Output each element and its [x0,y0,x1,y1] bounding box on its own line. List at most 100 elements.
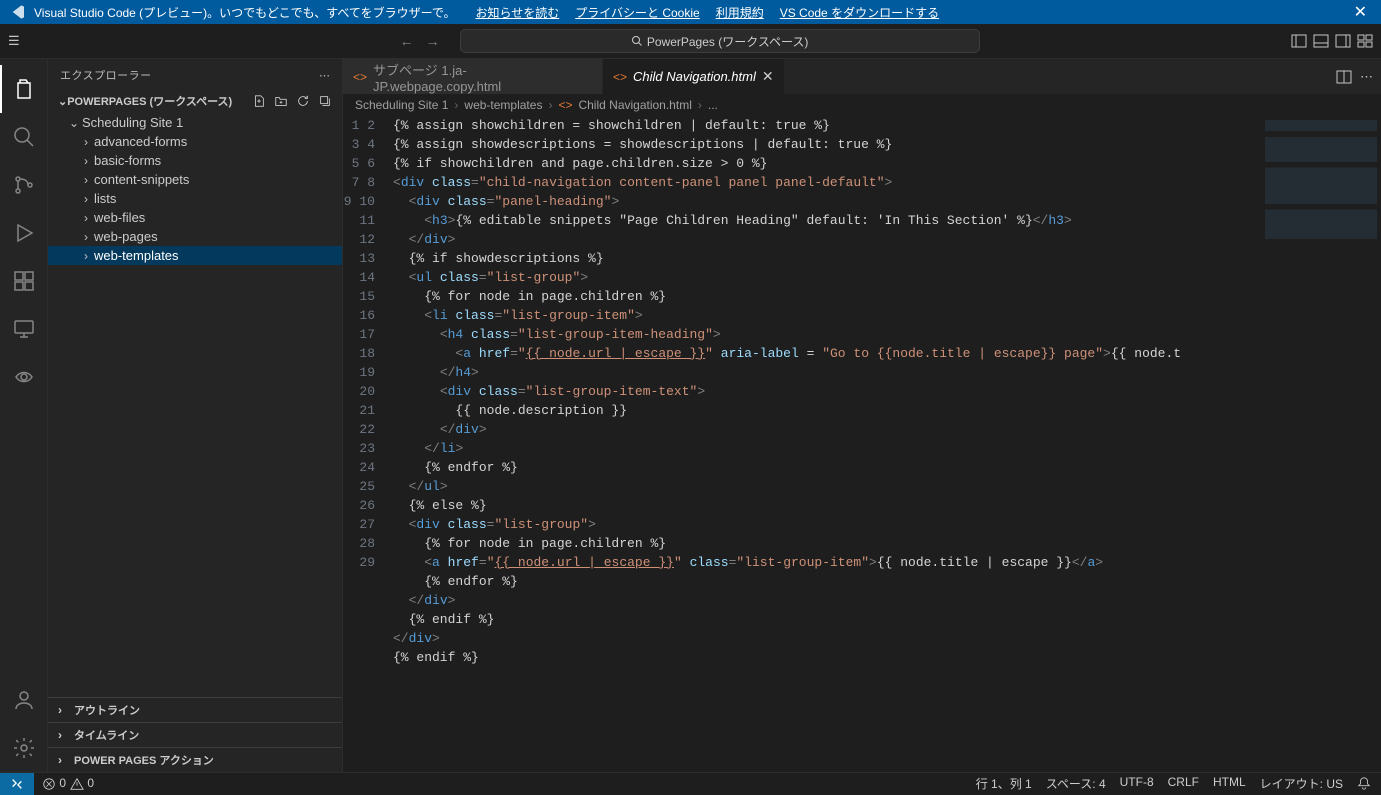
collapse-all-icon[interactable] [318,94,332,108]
remote-indicator[interactable] [0,773,34,795]
indentation[interactable]: スペース: 4 [1046,775,1106,792]
html-file-icon: <> [353,70,367,84]
breadcrumb-item[interactable]: ... [708,98,718,112]
main-layout: エクスプローラー ⋯ ⌄ POWERPAGES (ワークスペース) ⌄Sched… [0,59,1381,772]
breadcrumb-item[interactable]: Child Navigation.html [578,98,691,112]
nav-forward-button[interactable]: → [426,33,440,49]
minimap[interactable] [1261,116,1381,772]
layout-mode[interactable]: レイアウト: US [1260,775,1343,792]
new-folder-icon[interactable] [274,94,288,108]
power-pages-icon[interactable] [0,353,48,401]
cursor-position[interactable]: 行 1、列 1 [976,775,1032,792]
banner-link-privacy[interactable]: プライバシーと Cookie [575,4,699,21]
layout-secondary-side-icon[interactable] [1335,33,1351,49]
powerpages-actions-section[interactable]: ›POWER PAGES アクション [48,747,342,772]
tab-child-navigation[interactable]: <> Child Navigation.html ✕ [603,59,785,94]
chevron-down-icon: ⌄ [58,95,67,108]
tab-close-button[interactable]: ✕ [762,68,774,85]
html-file-icon: <> [558,98,572,112]
accounts-icon[interactable] [0,676,48,724]
breadcrumb-item[interactable]: Scheduling Site 1 [355,98,448,112]
chevron-right-icon: › [78,249,94,263]
tab-label: サブページ 1.ja-JP.webpage.copy.html [373,60,574,94]
outline-section[interactable]: ›アウトライン [48,697,342,722]
explorer-icon[interactable] [0,65,48,113]
tab-label: Child Navigation.html [633,69,756,84]
status-bar: 0 0 行 1、列 1 スペース: 4 UTF-8 CRLF HTML レイアウ… [0,772,1381,794]
activity-bar [0,59,48,772]
notifications-icon[interactable] [1357,775,1371,792]
editor-tabs: <> サブページ 1.ja-JP.webpage.copy.html ✕ <> … [343,59,1381,94]
language-mode[interactable]: HTML [1213,775,1246,792]
banner-link-download[interactable]: VS Code をダウンロードする [780,4,939,21]
tree-item-label: Scheduling Site 1 [82,115,183,130]
refresh-icon[interactable] [296,94,310,108]
vscode-logo-icon [10,4,26,20]
code-content[interactable]: {% assign showchildren = showchildren | … [393,116,1261,772]
tree-item[interactable]: ›advanced-forms [48,132,342,151]
chevron-right-icon: › [78,230,94,244]
banner-link-terms[interactable]: 利用規約 [716,4,764,21]
html-file-icon: <> [613,70,627,84]
layout-primary-side-icon[interactable] [1291,33,1307,49]
layout-customize-icon[interactable] [1357,33,1373,49]
remote-explorer-icon[interactable] [0,305,48,353]
tree-item-label: basic-forms [94,153,161,168]
encoding[interactable]: UTF-8 [1120,775,1154,792]
remote-icon [10,777,24,791]
workspace-section-header[interactable]: ⌄ POWERPAGES (ワークスペース) [48,91,342,111]
banner-close-button[interactable]: ✕ [1350,2,1371,22]
chevron-right-icon: › [78,211,94,225]
tree-item-label: lists [94,191,116,206]
errors-count[interactable]: 0 [42,776,66,791]
extensions-icon[interactable] [0,257,48,305]
tree-item[interactable]: ›web-files [48,208,342,227]
timeline-section[interactable]: ›タイムライン [48,722,342,747]
warnings-count[interactable]: 0 [70,776,94,791]
tree-item[interactable]: ⌄Scheduling Site 1 [48,113,342,132]
chevron-right-icon: › [78,192,94,206]
eol[interactable]: CRLF [1168,775,1199,792]
run-debug-icon[interactable] [0,209,48,257]
nav-back-button[interactable]: ← [400,33,414,49]
title-bar: ☰ ← → PowerPages (ワークスペース) [0,24,1381,59]
search-activity-icon[interactable] [0,113,48,161]
top-banner: Visual Studio Code (プレビュー)。いつでもどこでも、すべてを… [0,0,1381,24]
tree-item-label: web-pages [94,229,158,244]
editor-area: <> サブページ 1.ja-JP.webpage.copy.html ✕ <> … [343,59,1381,772]
tree-item[interactable]: ›web-pages [48,227,342,246]
error-icon [42,777,56,791]
line-numbers: 1 2 3 4 5 6 7 8 9 10 11 12 13 14 15 16 1… [343,116,393,772]
tab-subpage[interactable]: <> サブページ 1.ja-JP.webpage.copy.html ✕ [343,59,603,94]
banner-link-news[interactable]: お知らせを読む [475,4,559,21]
source-control-icon[interactable] [0,161,48,209]
chevron-right-icon: › [78,173,94,187]
explorer-sidebar: エクスプローラー ⋯ ⌄ POWERPAGES (ワークスペース) ⌄Sched… [48,59,343,772]
chevron-right-icon: › [78,154,94,168]
tree-item-label: advanced-forms [94,134,187,149]
tree-item[interactable]: ›web-templates [48,246,342,265]
menu-icon[interactable]: ☰ [8,33,20,49]
editor-body[interactable]: 1 2 3 4 5 6 7 8 9 10 11 12 13 14 15 16 1… [343,116,1381,772]
sidebar-title: エクスプローラー [60,67,152,83]
tree-item-label: web-files [94,210,145,225]
layout-panel-icon[interactable] [1313,33,1329,49]
settings-gear-icon[interactable] [0,724,48,772]
editor-more-icon[interactable]: ⋯ [1360,69,1373,85]
breadcrumb-item[interactable]: web-templates [464,98,542,112]
banner-text: Visual Studio Code (プレビュー)。いつでもどこでも、すべてを… [34,4,455,21]
workspace-name: POWERPAGES (ワークスペース) [67,93,252,109]
command-center-search[interactable]: PowerPages (ワークスペース) [460,29,980,53]
chevron-down-icon: ⌄ [66,116,82,130]
tree-item[interactable]: ›content-snippets [48,170,342,189]
sidebar-more-icon[interactable]: ⋯ [319,69,330,82]
tree-item[interactable]: ›basic-forms [48,151,342,170]
new-file-icon[interactable] [252,94,266,108]
search-icon [631,35,643,47]
chevron-right-icon: › [78,135,94,149]
tree-item[interactable]: ›lists [48,189,342,208]
split-editor-icon[interactable] [1336,68,1352,85]
search-text: PowerPages (ワークスペース) [647,33,809,50]
breadcrumbs[interactable]: Scheduling Site 1› web-templates› <> Chi… [343,94,1381,116]
warning-icon [70,777,84,791]
